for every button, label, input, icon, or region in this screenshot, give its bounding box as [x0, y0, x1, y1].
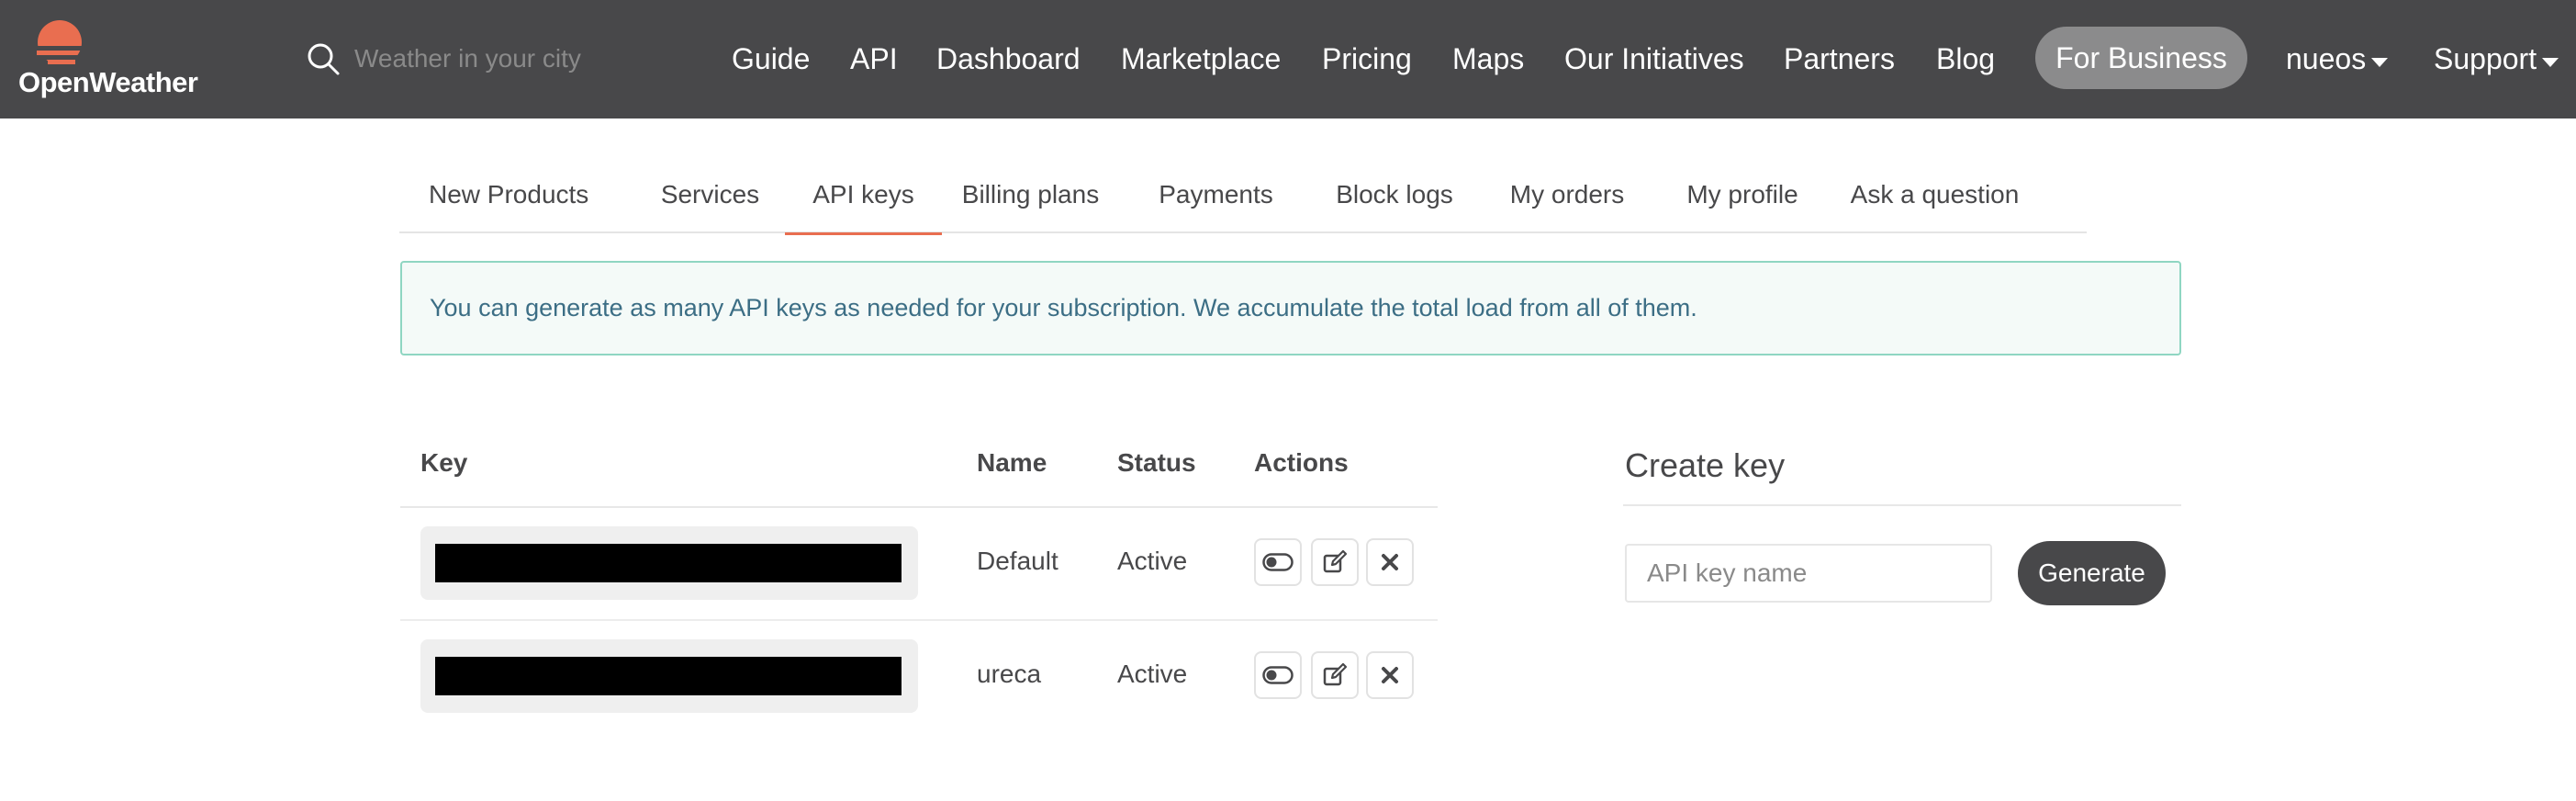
account-tabs: New Products Services API keys Billing p…: [399, 156, 2087, 235]
nav-pricing[interactable]: Pricing: [1322, 0, 1412, 118]
edit-icon: [1323, 662, 1348, 686]
delete-icon: [1382, 554, 1398, 570]
api-key-field[interactable]: [420, 526, 918, 600]
column-header-status: Status: [1117, 448, 1196, 477]
openweather-logo[interactable]: OpenWeather: [18, 18, 202, 101]
tab-ask-a-question[interactable]: Ask a question: [1841, 156, 2029, 233]
edit-key-button[interactable]: [1311, 538, 1359, 586]
nav-our-initiatives[interactable]: Our Initiatives: [1564, 0, 1744, 118]
column-header-key: Key: [420, 448, 468, 477]
user-name: nueos: [2286, 42, 2367, 75]
delete-key-button[interactable]: [1366, 538, 1414, 586]
api-key-name-input[interactable]: [1625, 544, 1992, 603]
top-navbar: OpenWeather Guide API Dashboard Marketpl…: [0, 0, 2576, 118]
info-alert-text: You can generate as many API keys as nee…: [430, 294, 1697, 322]
edit-key-button[interactable]: [1311, 651, 1359, 699]
support-label: Support: [2434, 42, 2537, 75]
tab-payments[interactable]: Payments: [1139, 156, 1293, 233]
tab-billing-plans[interactable]: Billing plans: [947, 156, 1114, 233]
table-row: ureca Active: [400, 621, 1438, 734]
delete-icon: [1382, 667, 1398, 683]
nav-partners[interactable]: Partners: [1784, 0, 1895, 118]
logo-text: OpenWeather: [18, 66, 198, 98]
key-status: Active: [1117, 547, 1188, 575]
info-alert: You can generate as many API keys as nee…: [400, 261, 2181, 355]
column-header-name: Name: [977, 448, 1047, 477]
create-key-title: Create key: [1625, 446, 1786, 484]
nav-guide[interactable]: Guide: [732, 0, 810, 118]
chevron-down-icon: [2542, 57, 2559, 67]
toggle-icon: [1262, 666, 1294, 684]
nav-blog[interactable]: Blog: [1936, 0, 1995, 118]
chevron-down-icon: [2371, 57, 2389, 67]
tab-my-profile[interactable]: My profile: [1669, 156, 1816, 233]
for-business-button[interactable]: For Business: [2035, 27, 2247, 89]
api-key-field[interactable]: [420, 639, 918, 713]
tab-api-keys[interactable]: API keys: [785, 156, 942, 235]
logo-sun-icon: [29, 20, 90, 64]
redacted-key-value: [435, 657, 902, 695]
nav-api[interactable]: API: [850, 0, 898, 118]
key-name: ureca: [977, 660, 1042, 688]
nav-dashboard[interactable]: Dashboard: [936, 0, 1081, 118]
toggle-key-button[interactable]: [1254, 538, 1302, 586]
edit-icon: [1323, 549, 1348, 573]
user-menu[interactable]: nueos: [2286, 0, 2389, 118]
key-name: Default: [977, 547, 1058, 575]
toggle-key-button[interactable]: [1254, 651, 1302, 699]
generate-button[interactable]: Generate: [2018, 541, 2166, 605]
tab-block-logs[interactable]: Block logs: [1317, 156, 1472, 233]
redacted-key-value: [435, 544, 902, 582]
search-input[interactable]: [354, 44, 630, 73]
tab-services[interactable]: Services: [641, 156, 779, 233]
nav-maps[interactable]: Maps: [1452, 0, 1524, 118]
toggle-icon: [1262, 553, 1294, 571]
create-key-divider: [1623, 504, 2181, 506]
column-header-actions: Actions: [1254, 448, 1349, 477]
nav-marketplace[interactable]: Marketplace: [1121, 0, 1281, 118]
key-status: Active: [1117, 660, 1188, 688]
tab-my-orders[interactable]: My orders: [1494, 156, 1641, 233]
table-row: Default Active: [400, 508, 1438, 621]
search-bar: [305, 35, 630, 83]
delete-key-button[interactable]: [1366, 651, 1414, 699]
search-icon[interactable]: [305, 40, 342, 77]
support-menu[interactable]: Support: [2434, 0, 2559, 118]
tab-new-products[interactable]: New Products: [399, 156, 588, 233]
